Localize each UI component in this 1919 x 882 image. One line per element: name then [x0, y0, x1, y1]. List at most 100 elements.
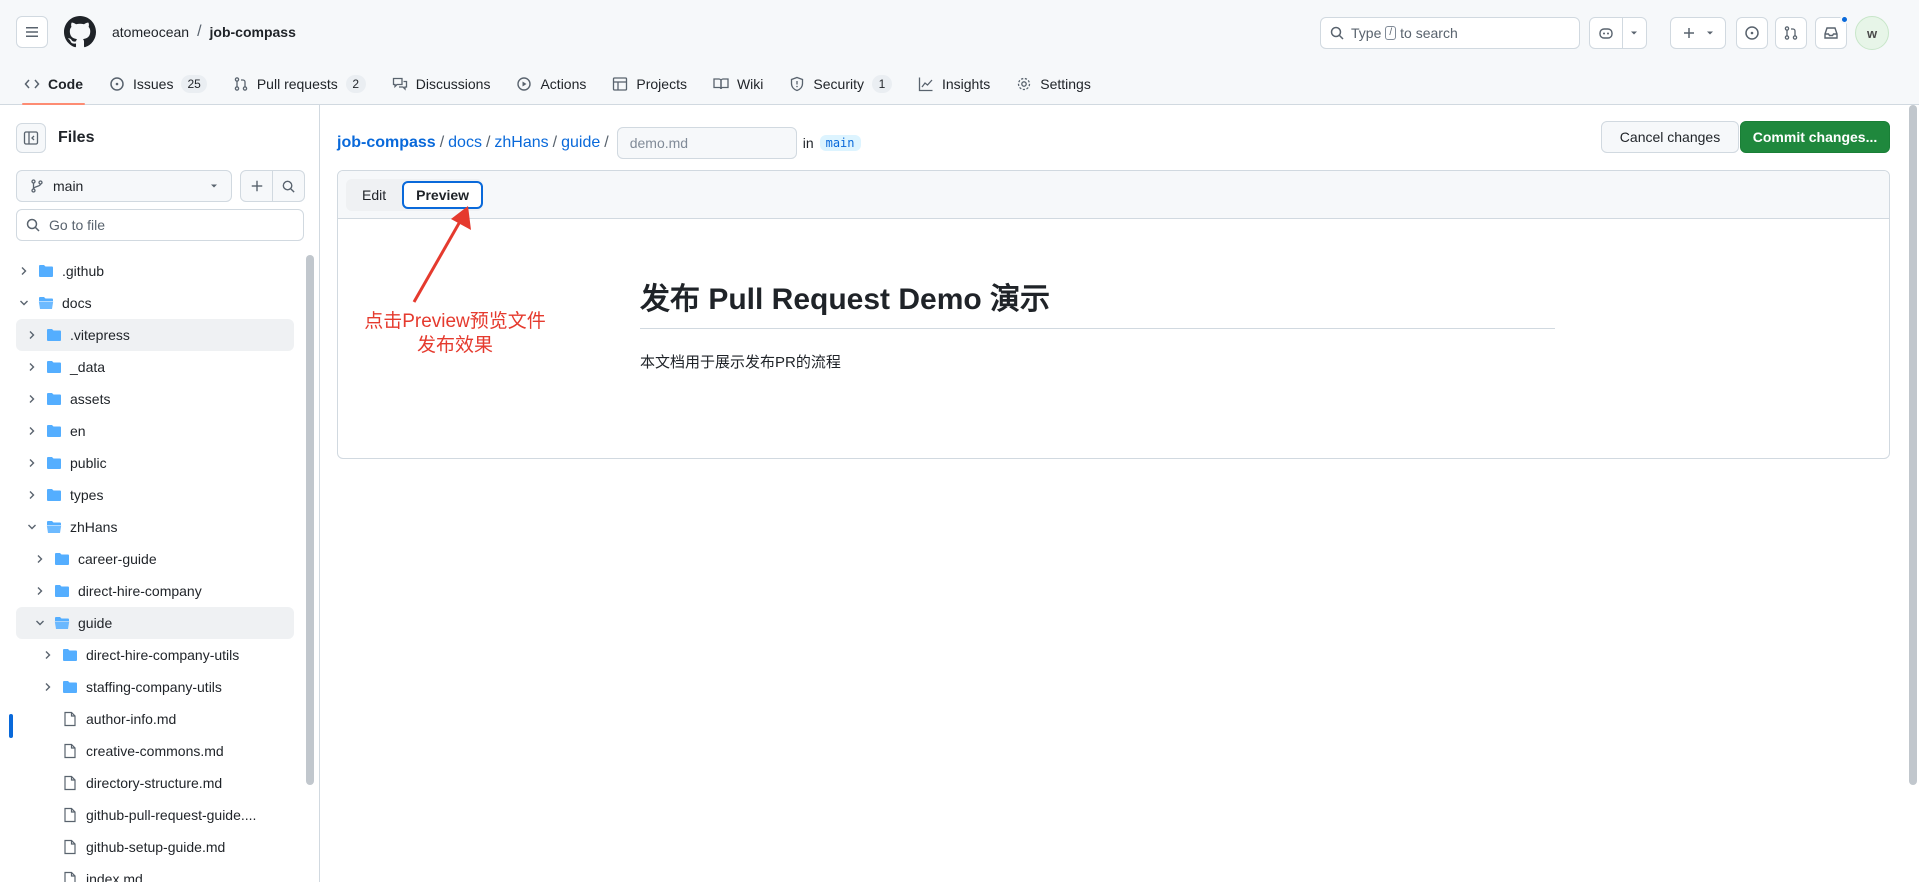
breadcrumb-docs-link[interactable]: docs — [448, 134, 482, 152]
folder-icon — [39, 265, 53, 277]
triangle-down-icon — [1707, 31, 1713, 35]
tree-file-item[interactable]: directory-structure.md — [16, 767, 294, 799]
tree-expander[interactable] — [24, 489, 40, 501]
tree-file-item[interactable]: index.md — [16, 863, 294, 882]
cancel-changes-button[interactable]: Cancel changes — [1601, 121, 1739, 153]
github-logo-icon[interactable] — [64, 16, 96, 48]
tab-security-label: Security — [813, 76, 864, 92]
owner-link[interactable]: atomeocean — [112, 24, 189, 40]
tree-expander[interactable] — [16, 265, 32, 277]
go-to-file-placeholder: Go to file — [49, 217, 106, 233]
hamburger-icon — [26, 27, 38, 37]
tree-file-item[interactable]: creative-commons.md — [16, 735, 294, 767]
tree-folder-item[interactable]: career-guide — [16, 543, 294, 575]
file-path-breadcrumb: job-compass / docs / zhHans / guide / de… — [337, 127, 861, 159]
commit-changes-button[interactable]: Commit changes... — [1740, 121, 1890, 153]
hamburger-menu-button[interactable] — [16, 16, 48, 48]
tab-projects[interactable]: Projects — [604, 64, 695, 105]
sidebar-scrollbar[interactable] — [306, 255, 314, 785]
tree-item-icon — [46, 327, 62, 343]
breadcrumb-guide-link[interactable]: guide — [561, 134, 600, 152]
tab-settings[interactable]: Settings — [1008, 64, 1099, 105]
tree-item-icon — [54, 615, 70, 631]
tab-wiki[interactable]: Wiki — [705, 64, 771, 105]
copilot-dropdown[interactable] — [1621, 18, 1639, 48]
tab-code[interactable]: Code — [16, 64, 91, 105]
tree-folder-item[interactable]: direct-hire-company-utils — [16, 639, 294, 671]
tree-expander[interactable] — [24, 329, 40, 341]
preview-tab[interactable]: Preview — [402, 181, 484, 209]
search-files-button[interactable] — [272, 170, 305, 202]
play-icon — [517, 77, 532, 91]
tab-wiki-label: Wiki — [736, 76, 764, 92]
filename-input[interactable]: demo.md — [616, 127, 797, 159]
tree-expander[interactable] — [24, 521, 40, 533]
tree-folder-item[interactable]: direct-hire-company — [16, 575, 294, 607]
file-icon — [64, 711, 76, 727]
add-file-button[interactable] — [240, 170, 273, 202]
file-tree: .github docs .vitepress _dataassets en public… — [0, 255, 310, 882]
pull-requests-shortcut-button[interactable] — [1775, 17, 1807, 49]
tree-folder-item[interactable]: .github — [16, 255, 294, 287]
breadcrumb-repo-link[interactable]: job-compass — [337, 134, 436, 152]
branch-selector[interactable]: main — [16, 170, 232, 202]
user-avatar[interactable]: w — [1855, 16, 1889, 50]
create-new-button[interactable] — [1670, 17, 1726, 49]
tree-expander[interactable] — [40, 681, 56, 693]
selected-item-indicator — [9, 714, 13, 738]
collapse-sidebar-button[interactable] — [16, 123, 46, 153]
copilot-button[interactable] — [1589, 17, 1647, 49]
pr-counter: 2 — [345, 75, 366, 93]
tree-expander[interactable] — [24, 425, 40, 437]
tree-folder-item[interactable]: guide — [16, 607, 294, 639]
tree-expander[interactable] — [40, 649, 56, 661]
tree-folder-item[interactable]: en — [16, 415, 294, 447]
tree-file-item[interactable]: author-info.md — [16, 703, 294, 735]
breadcrumb-zhhans-link[interactable]: zhHans — [494, 134, 548, 152]
issue-opened-icon — [1745, 26, 1759, 40]
folder-open-icon — [46, 521, 62, 533]
tree-folder-item[interactable]: staffing-company-utils — [16, 671, 294, 703]
folder-icon — [47, 361, 61, 373]
tree-folder-item[interactable]: _data — [16, 351, 294, 383]
tab-actions[interactable]: Actions — [508, 64, 594, 105]
tab-security[interactable]: Security 1 — [781, 64, 900, 105]
go-to-file-input[interactable]: Go to file — [16, 209, 304, 241]
tree-folder-item[interactable]: zhHans — [16, 511, 294, 543]
page-scrollbar[interactable] — [1909, 105, 1917, 785]
tree-folder-item[interactable]: types — [16, 479, 294, 511]
notification-indicator — [1840, 15, 1849, 24]
annotation-text: 点击Preview预览文件 发布效果 — [355, 310, 555, 358]
tree-item-icon — [62, 711, 78, 727]
issues-counter: 25 — [181, 75, 207, 93]
issues-shortcut-button[interactable] — [1736, 17, 1768, 49]
tree-expander[interactable] — [24, 457, 40, 469]
breadcrumb-separator: / — [439, 134, 445, 151]
tree-expander[interactable] — [32, 553, 48, 565]
search-hint-before: Type — [1351, 25, 1382, 41]
tree-expander[interactable] — [32, 585, 48, 597]
tab-pull-requests[interactable]: Pull requests 2 — [225, 64, 374, 105]
tab-discussions[interactable]: Discussions — [384, 64, 499, 105]
repo-link[interactable]: job-compass — [210, 24, 296, 40]
tree-item-label: direct-hire-company-utils — [86, 647, 240, 663]
tree-file-item[interactable]: github-setup-guide.md — [16, 831, 294, 863]
tree-item-label: github-setup-guide.md — [86, 839, 226, 855]
tree-file-item[interactable]: github-pull-request-guide.... — [16, 799, 294, 831]
tree-folder-item[interactable]: .vitepress — [16, 319, 294, 351]
git-pull-request-icon — [234, 77, 248, 91]
tree-expander[interactable] — [32, 617, 48, 629]
graph-icon — [918, 77, 933, 92]
tree-item-label: assets — [70, 391, 111, 407]
tree-expander[interactable] — [16, 297, 32, 309]
tree-expander[interactable] — [24, 361, 40, 373]
target-branch-badge: main — [819, 135, 861, 151]
global-search-input[interactable]: Type / to search — [1320, 17, 1580, 49]
edit-tab[interactable]: Edit — [350, 181, 398, 209]
tree-expander[interactable] — [24, 393, 40, 405]
tree-folder-item[interactable]: assets — [16, 383, 294, 415]
tree-folder-item[interactable]: docs — [16, 287, 294, 319]
tab-insights[interactable]: Insights — [910, 64, 998, 105]
tree-folder-item[interactable]: public — [16, 447, 294, 479]
tab-issues[interactable]: Issues 25 — [101, 64, 215, 105]
